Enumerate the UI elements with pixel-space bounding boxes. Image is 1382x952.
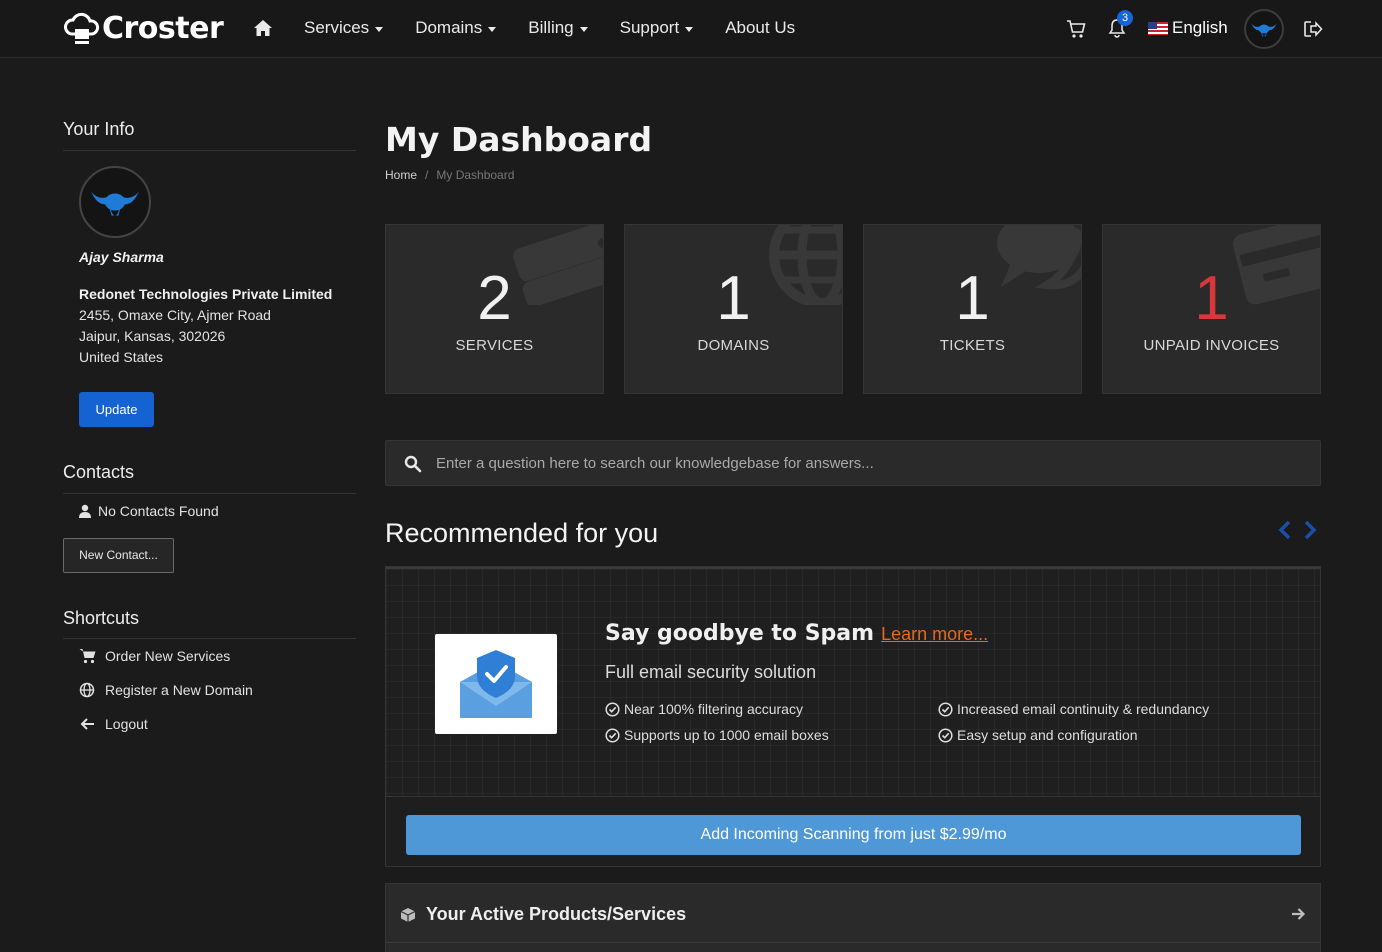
- knowledgebase-search-input[interactable]: [436, 441, 1306, 485]
- language-selector[interactable]: English: [1148, 18, 1228, 38]
- recommended-promo-card: Say goodbye to Spam Learn more... Full e…: [385, 566, 1321, 867]
- check-circle-icon: [938, 701, 953, 717]
- promo-subtitle: Full email security solution: [605, 662, 817, 682]
- chevron-down-icon: [685, 26, 694, 32]
- address-line-2: Jaipur, Kansas, 302026: [79, 328, 226, 344]
- divider: [63, 150, 356, 151]
- add-incoming-scanning-button[interactable]: Add Incoming Scanning from just $2.99/mo: [406, 815, 1301, 855]
- tile-unpaid-invoices-count: 1: [1194, 264, 1229, 333]
- knowledgebase-search: [385, 440, 1321, 486]
- promo-heading: Say goodbye to Spam Learn more...: [605, 621, 988, 646]
- divider: [63, 493, 356, 494]
- promo-feature: Easy setup and configuration: [938, 727, 1138, 743]
- cube-icon: [400, 907, 416, 922]
- shortcuts-heading: Shortcuts: [63, 608, 140, 628]
- breadcrumb-separator: /: [425, 168, 429, 182]
- active-products-panel: Your Active Products/Services: [385, 883, 1321, 952]
- top-navbar: Croster Services Domains Billing Support…: [0, 0, 1382, 58]
- tile-tickets-label: TICKETS: [939, 337, 1006, 354]
- globe-icon: [79, 682, 95, 698]
- tile-domains[interactable]: 1 DOMAINS: [624, 224, 843, 394]
- email-security-image: [435, 634, 557, 734]
- chevron-left-icon[interactable]: [1278, 520, 1292, 540]
- check-circle-icon: [605, 727, 620, 743]
- breadcrumb: Home / My Dashboard: [385, 168, 514, 182]
- shortcut-order-new-services[interactable]: Order New Services: [79, 648, 230, 664]
- page-title: My Dashboard: [385, 120, 653, 159]
- tile-unpaid-invoices-label: UNPAID INVOICES: [1143, 337, 1280, 354]
- cart-icon: [79, 649, 96, 664]
- chevron-right-icon[interactable]: [1303, 520, 1317, 540]
- tile-services-label: SERVICES: [455, 337, 534, 354]
- promo-title: Say goodbye to Spam: [605, 621, 875, 646]
- arrow-right-icon[interactable]: [1290, 906, 1306, 922]
- home-icon[interactable]: [253, 19, 273, 37]
- check-circle-icon: [938, 727, 953, 743]
- nav-support[interactable]: Support: [620, 18, 694, 38]
- client-name: Ajay Sharma: [79, 249, 164, 265]
- nav-domains[interactable]: Domains: [415, 18, 497, 38]
- company-name: Redonet Technologies Private Limited: [79, 286, 333, 302]
- cart-icon[interactable]: [1066, 19, 1086, 39]
- envelope-shield-icon: [460, 650, 532, 718]
- address-line-1: 2455, Omaxe City, Ajmer Road: [79, 307, 271, 323]
- tile-domains-label: DOMAINS: [697, 337, 770, 354]
- tile-tickets[interactable]: 1 TICKETS: [863, 224, 1082, 394]
- shortcut-register-domain[interactable]: Register a New Domain: [79, 682, 253, 698]
- us-flag-icon: [1148, 21, 1168, 35]
- brand-logo[interactable]: Croster: [64, 10, 224, 46]
- shortcut-logout[interactable]: Logout: [79, 716, 148, 732]
- bull-logo-icon: [91, 191, 139, 216]
- tile-unpaid-invoices[interactable]: 1 UNPAID INVOICES: [1102, 224, 1321, 394]
- breadcrumb-home[interactable]: Home: [385, 168, 417, 182]
- search-icon[interactable]: [404, 455, 422, 473]
- brand-name: Croster: [102, 10, 224, 46]
- cloud-server-icon: [64, 12, 99, 44]
- address-country: United States: [79, 349, 164, 365]
- learn-more-link[interactable]: Learn more...: [881, 624, 988, 645]
- nav-services[interactable]: Services: [304, 18, 384, 38]
- divider: [63, 638, 356, 639]
- your-info-heading: Your Info: [63, 119, 135, 139]
- no-contacts-message: No Contacts Found: [78, 503, 219, 519]
- promo-feature: Near 100% filtering accuracy: [605, 701, 803, 717]
- language-label: English: [1172, 18, 1228, 37]
- chevron-down-icon: [579, 26, 588, 32]
- divider: [386, 942, 1320, 943]
- nav-billing[interactable]: Billing: [528, 18, 588, 38]
- active-products-header[interactable]: Your Active Products/Services: [400, 904, 686, 925]
- new-contact-button[interactable]: New Contact...: [63, 538, 174, 573]
- promo-feature: Supports up to 1000 email boxes: [605, 727, 829, 743]
- contacts-heading: Contacts: [63, 462, 135, 482]
- bull-logo-icon: [1251, 23, 1277, 37]
- notification-count-badge: 3: [1117, 10, 1133, 26]
- chevron-down-icon: [375, 26, 384, 32]
- logout-icon[interactable]: [1303, 20, 1323, 38]
- chevron-down-icon: [488, 26, 497, 32]
- promo-feature: Increased email continuity & redundancy: [938, 701, 1209, 717]
- check-circle-icon: [605, 701, 620, 717]
- nav-about-us[interactable]: About Us: [725, 18, 795, 38]
- client-avatar: [79, 166, 151, 238]
- breadcrumb-current: My Dashboard: [436, 168, 515, 182]
- arrow-left-icon: [80, 718, 94, 730]
- update-button[interactable]: Update: [79, 392, 154, 427]
- main-nav: Services Domains Billing Support About U…: [304, 18, 827, 38]
- tile-services[interactable]: 2 SERVICES: [385, 224, 604, 394]
- recommended-heading: Recommended for you: [385, 518, 659, 548]
- user-avatar[interactable]: [1244, 9, 1284, 49]
- user-icon: [79, 504, 91, 518]
- tile-tickets-count: 1: [955, 264, 990, 333]
- tile-domains-count: 1: [716, 264, 751, 333]
- promo-body: Say goodbye to Spam Learn more... Full e…: [386, 567, 1320, 797]
- tile-services-count: 2: [477, 264, 512, 333]
